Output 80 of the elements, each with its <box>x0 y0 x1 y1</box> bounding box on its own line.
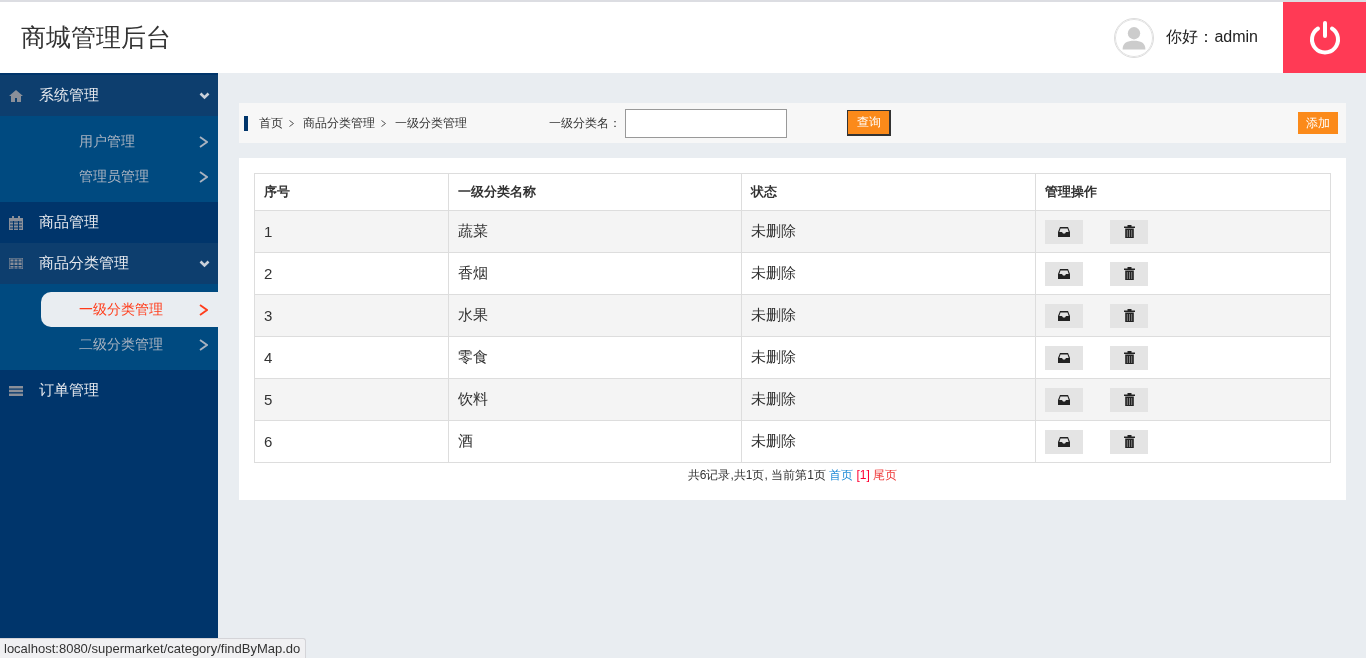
site-title: 商城管理后台 <box>21 22 172 53</box>
list-icon <box>9 385 23 396</box>
greeting-text: 你好：admin <box>1166 27 1258 47</box>
table-cell: 未删除 <box>741 252 1036 295</box>
pagination-summary: 共6记录,共1页, 当前第1页 <box>687 468 826 482</box>
delete-button[interactable] <box>1110 387 1149 412</box>
table-cell: 未删除 <box>741 210 1036 253</box>
chevron-right-icon <box>199 170 208 183</box>
trash-icon <box>1123 435 1135 448</box>
delete-button[interactable] <box>1110 345 1149 370</box>
column-header: 状态 <box>741 173 1036 211</box>
sidebar-item[interactable]: 二级分类管理 <box>0 327 218 362</box>
table-cell: 香烟 <box>448 252 742 295</box>
edit-button[interactable] <box>1045 387 1084 412</box>
column-header: 管理操作 <box>1035 173 1331 211</box>
edit-button[interactable] <box>1045 303 1084 328</box>
breadcrumb-item[interactable]: 商品分类管理 <box>303 114 375 132</box>
column-header: 一级分类名称 <box>448 173 742 211</box>
breadcrumb-item: 一级分类管理 <box>395 114 467 132</box>
table-cell: 未删除 <box>741 378 1036 421</box>
chevron-right-icon <box>199 135 208 148</box>
inbox-icon <box>1058 268 1071 279</box>
inbox-icon <box>1058 436 1071 447</box>
chevron-right-icon <box>199 303 208 316</box>
table-cell: 饮料 <box>448 378 742 421</box>
edit-button[interactable] <box>1045 345 1084 370</box>
table-cell: 3 <box>254 294 449 337</box>
chevron-right-icon <box>289 119 294 127</box>
sidebar-item[interactable]: 一级分类管理 <box>41 292 218 327</box>
inbox-icon <box>1058 226 1071 237</box>
table-cell: 蔬菜 <box>448 210 742 253</box>
table-cell: 未删除 <box>741 294 1036 337</box>
page-link[interactable]: [1] <box>856 468 870 482</box>
status-url: localhost:8080/supermarket/category/findByMap.do <box>4 641 301 656</box>
calendar-icon <box>9 215 23 230</box>
chevron-right-icon <box>381 119 386 127</box>
inbox-icon <box>1058 310 1071 321</box>
breadcrumb-item[interactable]: 首页 <box>259 114 283 132</box>
inbox-icon <box>1058 394 1071 405</box>
table-cell: 水果 <box>448 294 742 337</box>
trash-icon <box>1123 393 1135 406</box>
sidebar-item[interactable]: 用户管理 <box>0 124 218 159</box>
table-cell: 酒 <box>448 420 742 463</box>
add-button[interactable]: 添加 <box>1298 112 1338 134</box>
table-cell: 未删除 <box>741 420 1036 463</box>
trash-icon <box>1123 267 1135 280</box>
delete-button[interactable] <box>1110 219 1149 244</box>
edit-button[interactable] <box>1045 261 1084 286</box>
sidebar-group[interactable]: 系统管理 <box>0 75 218 116</box>
search-field[interactable] <box>625 108 787 138</box>
sidebar-item[interactable]: 管理员管理 <box>0 159 218 194</box>
inbox-icon <box>1058 352 1071 363</box>
trash-icon <box>1123 309 1135 322</box>
table-cell: 零食 <box>448 336 742 379</box>
edit-button[interactable] <box>1045 219 1084 244</box>
table-cell: 4 <box>254 336 449 379</box>
table-icon <box>9 258 23 269</box>
avatar-icon <box>1114 17 1155 58</box>
logout-button[interactable] <box>1283 2 1366 73</box>
delete-button[interactable] <box>1110 303 1149 328</box>
delete-button[interactable] <box>1110 429 1149 454</box>
chevron-icon <box>199 259 210 268</box>
chevron-icon <box>199 91 210 100</box>
trash-icon <box>1123 225 1135 238</box>
last-page-link[interactable]: 尾页 <box>873 468 898 482</box>
house-icon <box>9 89 23 102</box>
edit-button[interactable] <box>1045 429 1084 454</box>
delete-button[interactable] <box>1110 261 1149 286</box>
column-header: 序号 <box>254 173 449 211</box>
chevron-right-icon <box>199 338 208 351</box>
table-cell: 5 <box>254 378 449 421</box>
table-cell: 6 <box>254 420 449 463</box>
first-page-link[interactable]: 首页 <box>829 468 854 482</box>
table-cell: 2 <box>254 252 449 295</box>
sidebar-group[interactable]: 商品分类管理 <box>0 243 218 284</box>
table-cell: 1 <box>254 210 449 253</box>
table-cell: 未删除 <box>741 336 1036 379</box>
field-label: 一级分类名： <box>549 114 621 132</box>
query-button[interactable]: 查询 <box>847 110 891 136</box>
trash-icon <box>1123 351 1135 364</box>
